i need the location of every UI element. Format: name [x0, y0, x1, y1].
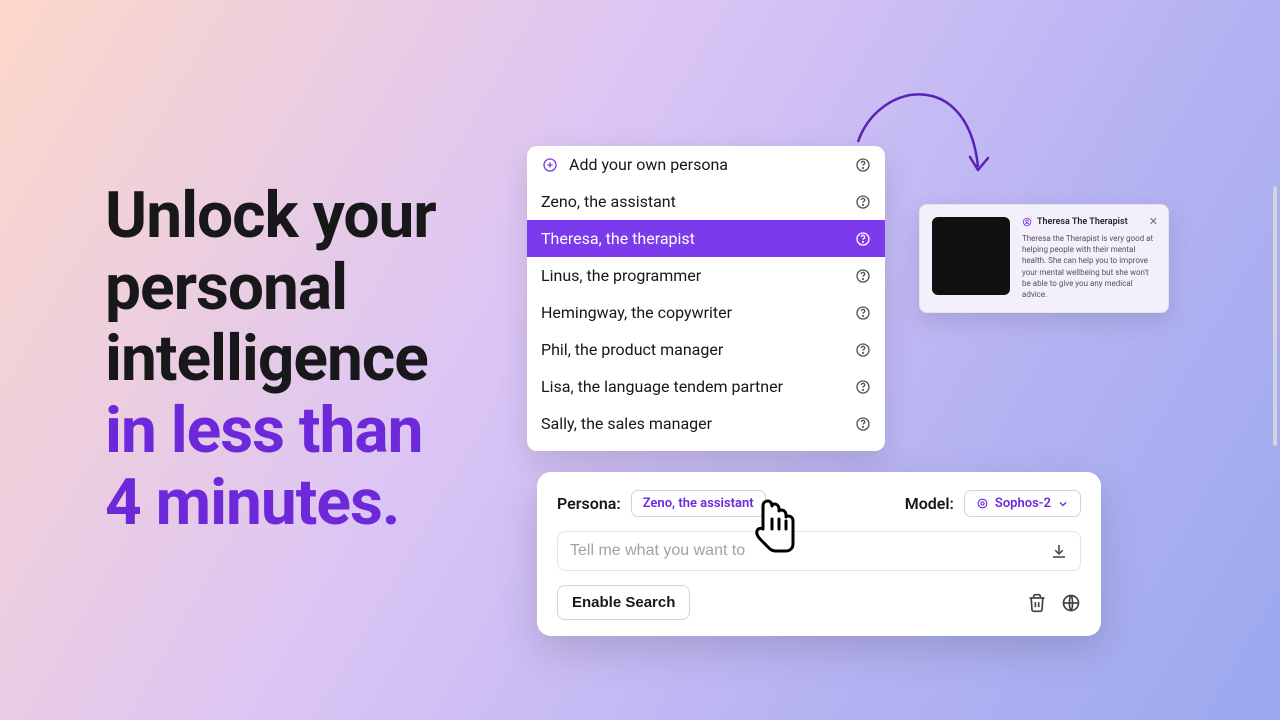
model-selector-chip[interactable]: Sophos-2: [964, 490, 1081, 517]
help-icon[interactable]: [855, 268, 871, 284]
persona-chip-value: Zeno, the assistant: [643, 496, 754, 511]
chevron-down-icon: [1057, 498, 1069, 510]
persona-item-label: Theresa, the therapist: [541, 229, 855, 248]
model-icon: [976, 497, 989, 510]
persona-selector-chip[interactable]: Zeno, the assistant: [631, 490, 766, 517]
avatar: [932, 217, 1010, 295]
persona-detail-card: Theresa The Therapist Theresa the Therap…: [919, 204, 1169, 313]
persona-item[interactable]: Hemingway, the copywriter: [527, 294, 885, 331]
persona-item-label: Linus, the programmer: [541, 266, 855, 285]
scrollbar[interactable]: [1273, 186, 1277, 446]
arrow-icon: [848, 72, 1018, 212]
persona-item-label: Zeno, the assistant: [541, 192, 855, 211]
persona-item[interactable]: Linus, the programmer: [527, 257, 885, 294]
persona-item[interactable]: Sally, the sales manager: [527, 405, 885, 442]
persona-item[interactable]: Phil, the product manager: [527, 331, 885, 368]
plus-circle-icon: [541, 157, 559, 173]
help-icon[interactable]: [855, 305, 871, 321]
headline-line: personal: [105, 252, 436, 324]
persona-item-selected[interactable]: Theresa, the therapist: [527, 220, 885, 257]
detail-description: Theresa the Therapist is very good at he…: [1022, 233, 1156, 300]
prompt-input[interactable]: [570, 542, 1050, 560]
persona-item-label: Phil, the product manager: [541, 340, 855, 359]
enable-search-button[interactable]: Enable Search: [557, 585, 690, 620]
add-persona-item[interactable]: Add your own persona: [527, 146, 885, 183]
prompt-input-wrapper[interactable]: [557, 531, 1081, 571]
persona-dropdown[interactable]: Add your own persona Zeno, the assistant…: [527, 146, 885, 451]
help-icon[interactable]: [855, 231, 871, 247]
help-icon[interactable]: [855, 416, 871, 432]
help-icon[interactable]: [855, 379, 871, 395]
headline-line: intelligence: [105, 323, 436, 395]
persona-badge-icon: [1022, 217, 1032, 227]
persona-item[interactable]: Lisa, the language tendem partner: [527, 368, 885, 405]
persona-label: Persona:: [557, 494, 621, 513]
persona-item-label: Sally, the sales manager: [541, 414, 855, 433]
headline-line-accent: in less than: [105, 395, 436, 467]
trash-icon[interactable]: [1027, 593, 1047, 613]
persona-item-label: Hemingway, the copywriter: [541, 303, 855, 322]
headline-line-accent: 4 minutes.: [105, 467, 436, 539]
persona-item-label: Lisa, the language tendem partner: [541, 377, 855, 396]
detail-title: Theresa The Therapist: [1037, 217, 1128, 227]
add-persona-label: Add your own persona: [569, 155, 855, 174]
download-icon[interactable]: [1050, 542, 1068, 560]
prompt-panel: Persona: Zeno, the assistant Model: Soph…: [537, 472, 1101, 636]
model-label: Model:: [905, 494, 954, 513]
help-icon[interactable]: [855, 342, 871, 358]
hero-headline: Unlock your personal intelligence in les…: [105, 180, 436, 538]
close-icon[interactable]: ✕: [1149, 215, 1158, 228]
persona-item[interactable]: Zeno, the assistant: [527, 183, 885, 220]
model-chip-value: Sophos-2: [995, 496, 1051, 511]
globe-icon[interactable]: [1061, 593, 1081, 613]
headline-line: Unlock your: [105, 180, 436, 252]
